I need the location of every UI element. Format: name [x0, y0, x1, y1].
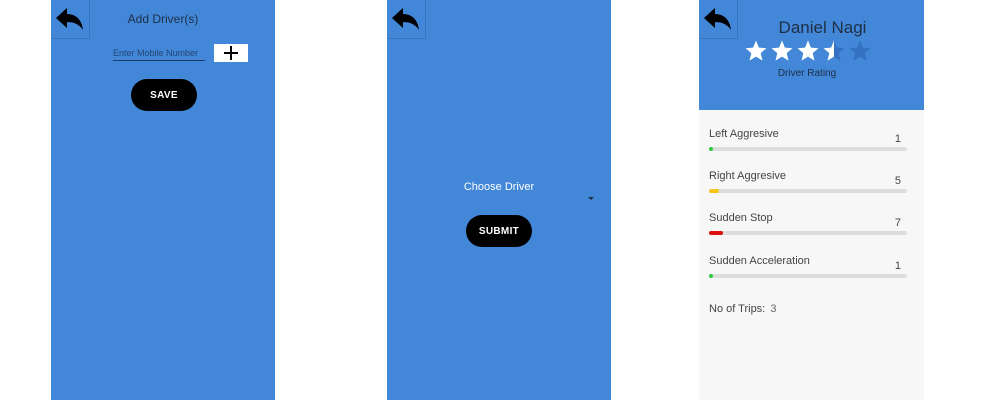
- profile-header: Daniel Nagi Driver Rating: [699, 0, 924, 110]
- progress-track: [709, 147, 907, 151]
- progress-track: [709, 274, 907, 278]
- save-button[interactable]: SAVE: [131, 79, 197, 111]
- back-button[interactable]: [699, 0, 738, 39]
- driver-profile-screen: Daniel Nagi Driver Rating Left Aggresive…: [699, 0, 924, 400]
- progress-fill: [709, 274, 713, 278]
- metric-value: 7: [894, 217, 901, 229]
- progress-track: [709, 189, 907, 193]
- metric-value: 1: [894, 133, 901, 145]
- add-number-button[interactable]: [214, 44, 248, 62]
- mobile-number-input[interactable]: [113, 46, 205, 61]
- add-drivers-screen: Add Driver(s) SAVE: [51, 0, 275, 400]
- metric-value: 5: [894, 175, 901, 187]
- back-button[interactable]: [387, 0, 426, 39]
- rating-stars: [744, 39, 872, 65]
- trips-value: 3: [770, 303, 777, 315]
- metric-label: Left Aggresive: [709, 128, 779, 140]
- metric-value: 1: [894, 260, 901, 272]
- trip-count: No of Trips: 3: [709, 303, 776, 315]
- plus-icon: [224, 46, 238, 60]
- back-arrow-icon: [392, 8, 419, 30]
- back-arrow-icon: [704, 8, 731, 30]
- metric-label: Sudden Acceleration: [709, 255, 810, 267]
- choose-driver-screen: Choose Driver SUBMIT: [387, 0, 611, 400]
- star-empty-icon: [849, 40, 871, 61]
- driver-select[interactable]: Choose Driver: [387, 181, 611, 193]
- progress-fill: [709, 231, 723, 235]
- metric-label: Right Aggresive: [709, 170, 787, 182]
- progress-track: [709, 231, 907, 235]
- trips-label: No of Trips:: [709, 303, 766, 315]
- star-half-icon: [823, 40, 845, 61]
- star-full-icon: [797, 40, 819, 61]
- rating-label: Driver Rating: [777, 68, 837, 79]
- driver-name: Daniel Nagi: [778, 18, 867, 37]
- star-full-icon: [745, 40, 767, 61]
- dropdown-arrow-icon[interactable]: [588, 197, 594, 200]
- progress-fill: [709, 189, 719, 193]
- progress-fill: [709, 147, 713, 151]
- submit-button[interactable]: SUBMIT: [466, 215, 532, 247]
- metric-label: Sudden Stop: [709, 212, 773, 224]
- page-title: Add Driver(s): [127, 12, 199, 26]
- star-full-icon: [771, 40, 793, 61]
